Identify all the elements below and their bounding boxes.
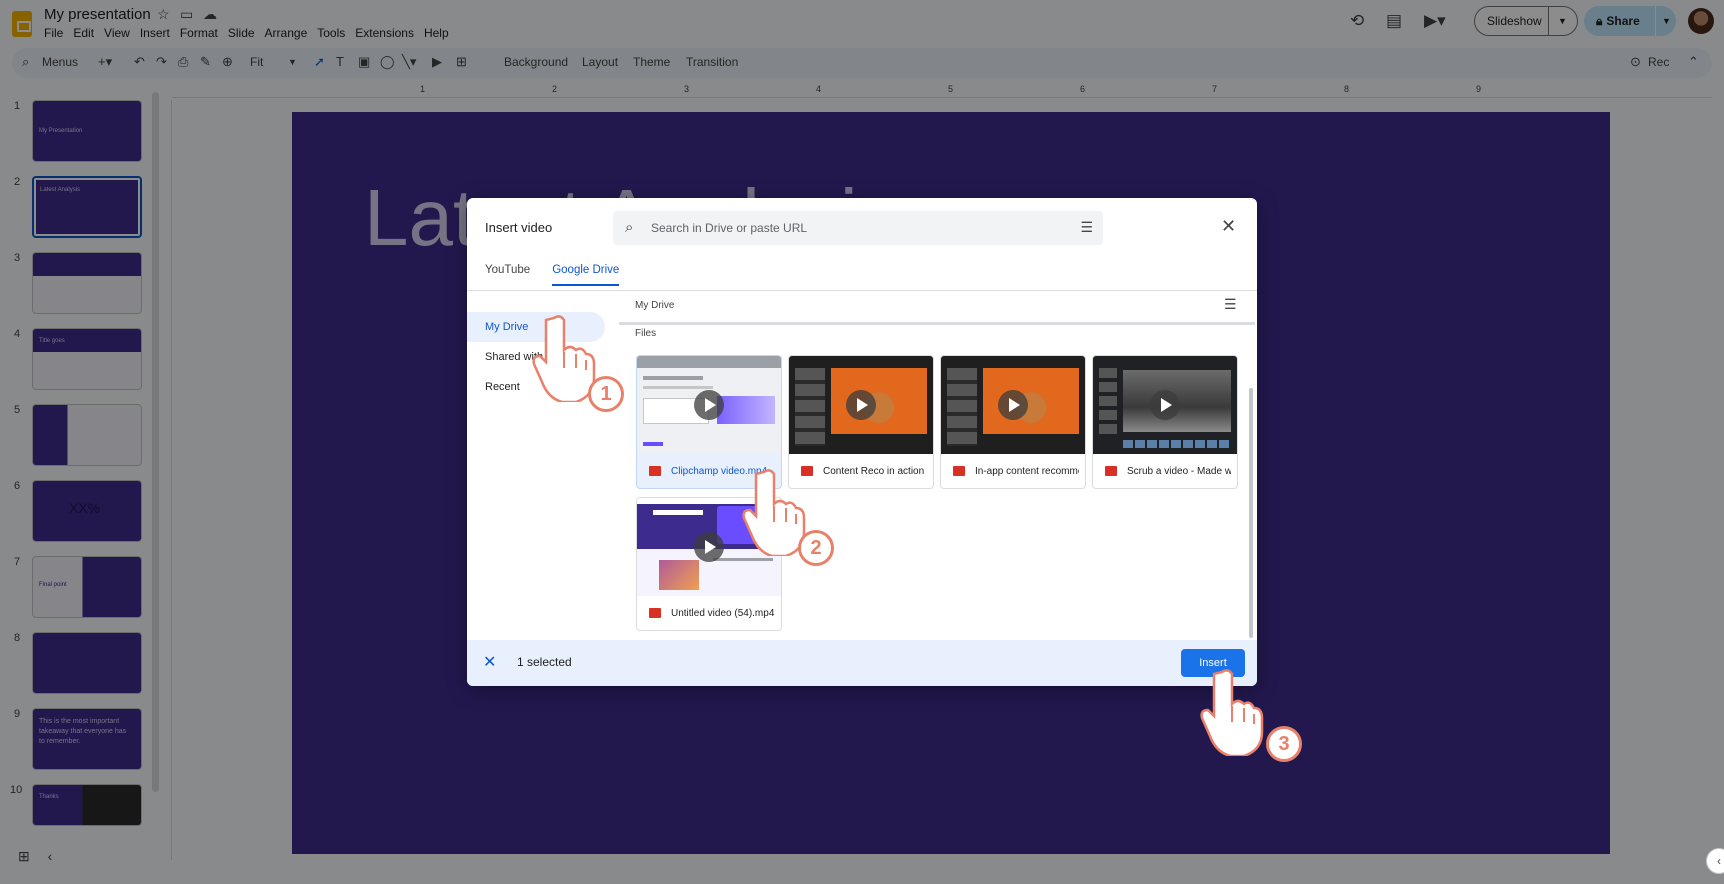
play-icon <box>998 390 1028 420</box>
play-icon <box>1150 390 1180 420</box>
play-icon <box>694 532 724 562</box>
video-file-icon <box>649 608 661 618</box>
close-icon[interactable]: ✕ <box>1221 216 1236 237</box>
search-icon: ⌕ <box>625 219 634 236</box>
dialog-title: Insert video <box>485 220 553 235</box>
video-file-icon <box>953 466 965 476</box>
step-3-badge: 3 <box>1266 726 1302 762</box>
file-name: Scrub a video - Made with Clipchamp <box>1127 465 1231 477</box>
video-thumbnail <box>941 356 1085 454</box>
files-section-label: Files <box>635 328 657 339</box>
video-file-icon <box>1105 466 1117 476</box>
breadcrumb-divider <box>619 322 1255 325</box>
video-thumbnail <box>637 356 781 454</box>
pointing-hand-icon <box>1200 669 1264 756</box>
list-view-icon[interactable]: ☰ <box>1224 296 1237 313</box>
play-icon <box>694 390 724 420</box>
search-input[interactable] <box>651 211 1051 245</box>
tab-youtube[interactable]: YouTube <box>485 256 530 286</box>
drive-search-box[interactable]: ⌕ ☰ <box>613 211 1103 245</box>
source-tabs: YouTube Google Drive <box>485 256 641 286</box>
selection-bar: ✕ 1 selected Insert <box>467 640 1257 686</box>
video-thumbnail <box>789 356 933 454</box>
file-list-scrollbar[interactable] <box>1249 388 1253 638</box>
file-card[interactable]: In-app content recommendations <box>940 355 1086 489</box>
tab-divider <box>467 290 1257 291</box>
video-file-icon <box>649 466 661 476</box>
breadcrumb[interactable]: My Drive <box>635 300 674 311</box>
search-options-icon[interactable]: ☰ <box>1080 219 1093 236</box>
file-card[interactable]: Scrub a video - Made with Clipchamp <box>1092 355 1238 489</box>
selected-count: 1 selected <box>517 655 572 669</box>
tab-google-drive[interactable]: Google Drive <box>552 256 620 286</box>
file-name: In-app content recommendations <box>975 465 1079 477</box>
insert-video-dialog: Insert video ⌕ ☰ ✕ YouTube Google Drive … <box>467 198 1257 686</box>
step-2-badge: 2 <box>798 530 834 566</box>
video-thumbnail <box>1093 356 1237 454</box>
step-1-badge: 1 <box>588 376 624 412</box>
file-name: Content Reco in action <box>823 465 925 477</box>
file-name: Untitled video (54).mp4 <box>671 607 775 619</box>
play-icon <box>846 390 876 420</box>
clear-selection-icon[interactable]: ✕ <box>483 652 496 672</box>
